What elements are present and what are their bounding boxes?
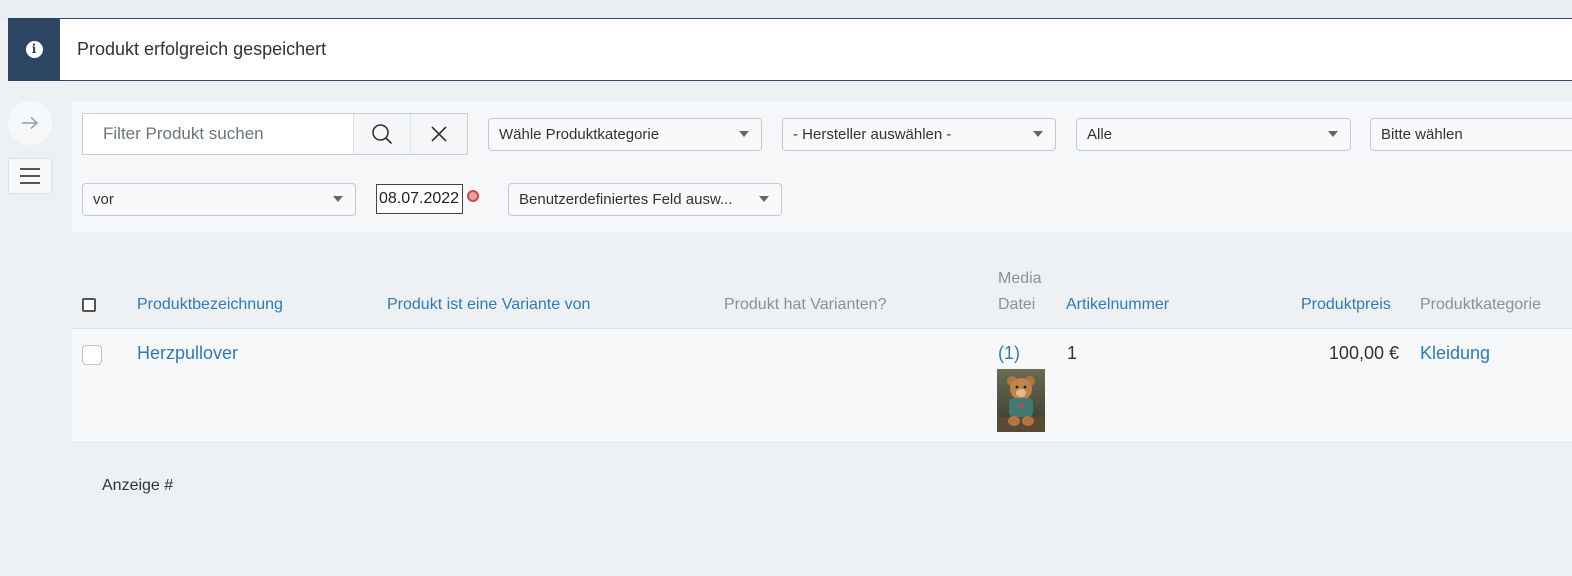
- info-icon: i: [25, 40, 43, 58]
- hamburger-menu-icon-bar: [20, 182, 40, 184]
- filter-panel: Wähle Produktkategorie - Hersteller ausw…: [72, 101, 1572, 232]
- table-row: Herzpullover (1) 1 100,00 € Kleidung: [72, 329, 1572, 443]
- row-sku: 1: [1067, 343, 1078, 363]
- product-table: Produktbezeichnung Produkt ist eine Vari…: [72, 258, 1572, 443]
- success-alert: i Produkt erfolgreich gespeichert: [8, 17, 1572, 81]
- chevron-down-icon: [739, 131, 749, 137]
- search-group: [82, 113, 468, 155]
- category-select-value: Wähle Produktkategorie: [499, 126, 660, 143]
- header-media-line1: Media: [998, 270, 1042, 287]
- close-icon: [431, 126, 447, 142]
- category-select[interactable]: Wähle Produktkategorie: [488, 118, 762, 151]
- alert-message: Produkt erfolgreich gespeichert: [77, 39, 327, 59]
- header-category: Produktkategorie: [1420, 296, 1541, 313]
- extra-filter-select[interactable]: Bitte wählen: [1370, 118, 1572, 151]
- date-clear-icon[interactable]: [467, 190, 479, 202]
- hamburger-menu-icon-bar: [20, 175, 40, 177]
- alert-icon-box: i: [8, 17, 60, 81]
- date-input[interactable]: 08.07.2022: [376, 184, 463, 214]
- select-all-checkbox[interactable]: [82, 298, 96, 312]
- row-checkbox[interactable]: [82, 345, 102, 365]
- row-media-count-link[interactable]: (1): [998, 343, 1020, 364]
- search-input[interactable]: [83, 114, 354, 154]
- search-button[interactable]: [353, 114, 411, 154]
- teddy-bear-image: [997, 376, 1045, 432]
- display-count-label: Anzeige #: [102, 477, 174, 494]
- search-icon: [372, 124, 393, 145]
- chevron-down-icon: [1033, 131, 1043, 137]
- row-category-link[interactable]: Kleidung: [1420, 343, 1490, 364]
- product-thumbnail[interactable]: [997, 369, 1045, 432]
- chevron-down-icon: [759, 196, 769, 202]
- arrow-right-icon: [22, 116, 39, 130]
- custom-field-select-value: Benutzerdefiniertes Feld ausw...: [519, 191, 733, 208]
- chevron-down-icon: [333, 196, 343, 202]
- clear-search-button[interactable]: [410, 114, 467, 154]
- header-media-line2: Datei: [998, 296, 1036, 313]
- manufacturer-select-value: - Hersteller auswählen -: [793, 126, 952, 143]
- date-operator-select-value: vor: [93, 191, 114, 208]
- status-select[interactable]: Alle: [1076, 118, 1351, 151]
- row-product-name-link[interactable]: Herzpullover: [137, 343, 238, 364]
- hamburger-menu-button[interactable]: [8, 158, 52, 194]
- header-price[interactable]: Produktpreis: [1301, 296, 1391, 314]
- sidebar-toggle-button[interactable]: [8, 101, 52, 145]
- status-select-value: Alle: [1087, 126, 1113, 143]
- extra-filter-select-value: Bitte wählen: [1381, 126, 1463, 143]
- header-has-variants: Produkt hat Varianten?: [724, 296, 887, 313]
- header-product-name[interactable]: Produktbezeichnung: [137, 296, 283, 314]
- header-variant-of[interactable]: Produkt ist eine Variante von: [387, 296, 590, 314]
- date-operator-select[interactable]: vor: [82, 183, 356, 216]
- top-strip: [0, 0, 1572, 18]
- hamburger-menu-icon: [20, 168, 40, 170]
- manufacturer-select[interactable]: - Hersteller auswählen -: [782, 118, 1056, 151]
- row-price: 100,00 €: [1328, 343, 1399, 363]
- custom-field-select[interactable]: Benutzerdefiniertes Feld ausw...: [508, 183, 782, 216]
- table-header: Produktbezeichnung Produkt ist eine Vari…: [72, 258, 1572, 329]
- date-input-value: 08.07.2022: [379, 190, 460, 207]
- chevron-down-icon: [1328, 131, 1338, 137]
- header-sku[interactable]: Artikelnummer: [1066, 296, 1169, 314]
